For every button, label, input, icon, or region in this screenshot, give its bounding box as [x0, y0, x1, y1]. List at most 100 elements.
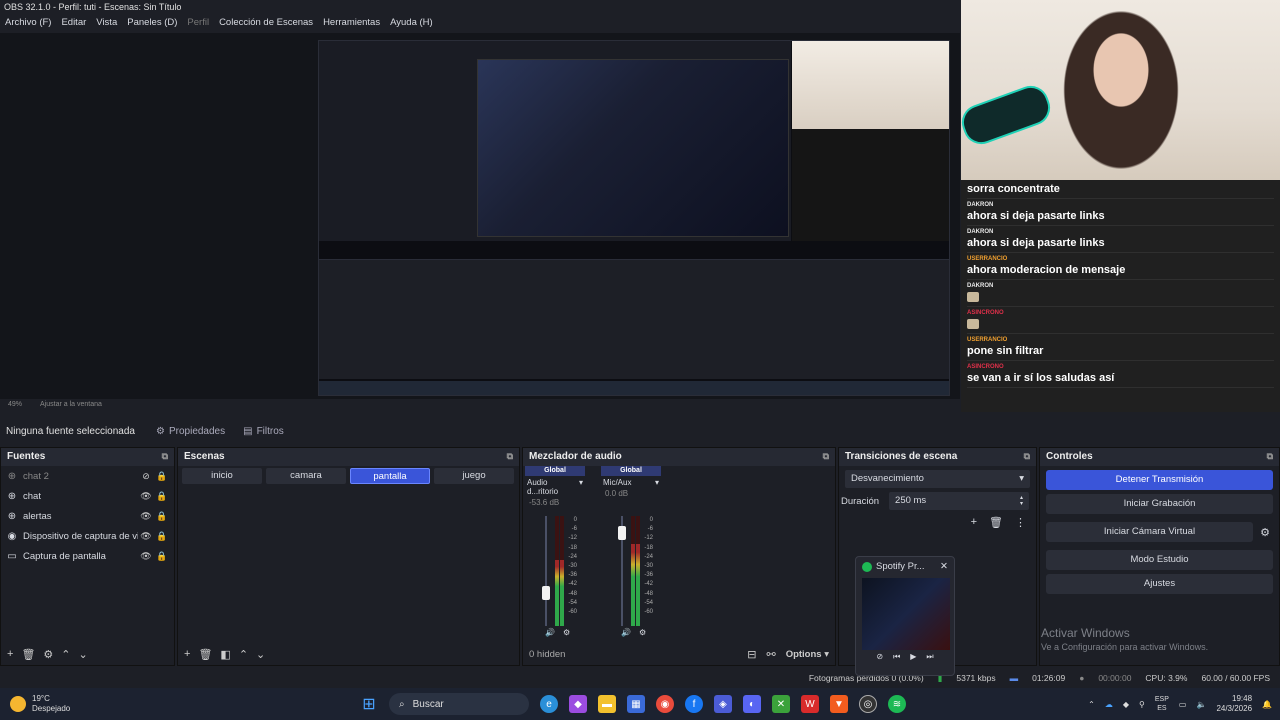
duration-input[interactable]: 250 ms ▴ ▾	[889, 492, 1030, 510]
scene-filter-button[interactable]: ◧	[220, 648, 230, 661]
zoom-level[interactable]: 49%	[8, 401, 22, 411]
volume-fader[interactable]	[542, 586, 550, 600]
play-icon[interactable]: ▶	[910, 652, 916, 662]
remove-transition-button[interactable]: 🗑	[989, 516, 1003, 529]
move-down-button[interactable]: ⌄	[256, 648, 265, 661]
lock-icon[interactable]: 🔒	[154, 511, 170, 522]
scene-inicio[interactable]: inicio	[182, 468, 262, 484]
notification-icon[interactable]: 🔔	[1262, 700, 1272, 709]
move-up-button[interactable]: ⌃	[239, 648, 248, 661]
menu-profile[interactable]: Perfil	[187, 17, 209, 31]
menu-view[interactable]: Vista	[96, 17, 117, 31]
start-virtual-cam-button[interactable]: Iniciar Cámara Virtual	[1046, 522, 1253, 542]
scene-pantalla[interactable]: pantalla	[350, 468, 430, 484]
brave-icon[interactable]: ▼	[830, 695, 848, 713]
source-item[interactable]: ⊕ chat 👁 🔒	[1, 486, 174, 506]
move-down-button[interactable]: ⌄	[79, 648, 88, 661]
preview-area[interactable]	[0, 33, 960, 399]
weather-widget[interactable]: 19°C Despejado	[0, 694, 360, 714]
undock-icon[interactable]: ⧉	[1024, 451, 1030, 463]
undock-icon[interactable]: ⧉	[823, 451, 829, 463]
chevron-up-icon[interactable]: ⌃	[1088, 700, 1095, 709]
add-scene-button[interactable]: +	[184, 648, 190, 660]
lock-icon[interactable]: 🔒	[154, 491, 170, 502]
store-icon[interactable]: ▦	[627, 695, 645, 713]
settings-icon[interactable]: ⚙	[563, 628, 570, 637]
menu-edit[interactable]: Editar	[61, 17, 86, 31]
menu-file[interactable]: Archivo (F)	[5, 17, 51, 31]
settings-icon[interactable]: ⚙	[639, 628, 646, 637]
studio-mode-button[interactable]: Modo Estudio	[1046, 550, 1273, 570]
remove-source-button[interactable]: 🗑	[21, 648, 35, 661]
channel-name-row[interactable]: Mic/Aux ▾	[601, 476, 661, 489]
volume-fader[interactable]	[618, 525, 626, 540]
more-icon[interactable]: ⋮	[1015, 516, 1026, 529]
taskbar-search[interactable]: ⌕ Buscar	[389, 693, 529, 715]
add-transition-button[interactable]: +	[971, 516, 977, 529]
virtual-cam-settings-icon[interactable]: ⚙	[1255, 526, 1275, 539]
previous-icon[interactable]: ⏮	[893, 652, 900, 662]
eye-icon[interactable]: 👁	[138, 491, 154, 502]
properties-button[interactable]: ⚙ Propiedades	[152, 424, 229, 439]
language-indicator[interactable]: ESP ES	[1155, 695, 1169, 713]
mixer-link-icon[interactable]: ⚯	[766, 648, 775, 661]
xbox-icon[interactable]: ✕	[772, 695, 790, 713]
start-recording-button[interactable]: Iniciar Grabación	[1046, 494, 1273, 514]
usb-icon[interactable]: ⚲	[1139, 700, 1145, 709]
menu-scene-collection[interactable]: Colección de Escenas	[219, 17, 313, 31]
close-icon[interactable]: ✕	[940, 561, 948, 572]
mixer-options-button[interactable]: Options ▾	[786, 649, 829, 660]
source-item[interactable]: ⊕ chat 2 ⊘ 🔒	[1, 466, 174, 486]
volume-slider-track[interactable]	[545, 516, 547, 626]
speaker-icon[interactable]: 🔊	[545, 628, 555, 637]
stop-stream-button[interactable]: Detener Transmisión	[1046, 470, 1273, 490]
onedrive-icon[interactable]: ☁	[1105, 700, 1113, 709]
spotify-taskbar-icon[interactable]: ≋	[888, 695, 906, 713]
eye-icon[interactable]: 👁	[138, 551, 154, 562]
menu-help[interactable]: Ayuda (H)	[390, 17, 433, 31]
tray-app-icon[interactable]: ◆	[1123, 700, 1129, 709]
scene-camara[interactable]: camara	[266, 468, 346, 484]
layout-icon[interactable]: ⊟	[747, 648, 756, 661]
scene-juego[interactable]: juego	[434, 468, 514, 484]
lock-icon[interactable]: 🔒	[154, 551, 170, 562]
undock-icon[interactable]: ⧉	[507, 451, 513, 463]
remove-scene-button[interactable]: 🗑	[198, 648, 212, 661]
spotify-thumbnail-popup[interactable]: Spotify Pr... ✕ ⊘ ⏮ ▶ ⏭	[855, 556, 955, 676]
obs-icon[interactable]: ◎	[859, 695, 877, 713]
winrar-icon[interactable]: W	[801, 695, 819, 713]
folder-icon[interactable]: ▬	[598, 695, 616, 713]
eye-icon[interactable]: 👁	[138, 531, 154, 542]
eye-icon[interactable]: 👁	[138, 511, 154, 522]
windows-start-icon[interactable]: ⊞	[360, 695, 378, 713]
menu-tools[interactable]: Herramientas	[323, 17, 380, 31]
lock-icon[interactable]: 🔒	[154, 471, 170, 482]
channel-name-row[interactable]: Audio d...ritorio ▾	[525, 476, 585, 498]
menu-docks[interactable]: Paneles (D)	[127, 17, 177, 31]
edge-icon[interactable]: e	[540, 695, 558, 713]
chrome-icon[interactable]: ◉	[656, 695, 674, 713]
network-icon[interactable]: ▭	[1179, 700, 1187, 709]
facebook-icon[interactable]: f	[685, 695, 703, 713]
speaker-icon[interactable]: 🔊	[621, 628, 631, 637]
eye-hidden-icon[interactable]: ⊘	[138, 471, 154, 482]
source-settings-button[interactable]: ⚙	[43, 648, 53, 661]
source-item[interactable]: ⊕ alertas 👁 🔒	[1, 506, 174, 526]
discord-icon[interactable]: ◐	[743, 695, 761, 713]
volume-icon[interactable]: 🔈	[1196, 700, 1206, 709]
filters-button[interactable]: ▤ Filtros	[239, 424, 288, 439]
copilot-icon[interactable]: ◆	[569, 695, 587, 713]
transition-select[interactable]: Desvanecimiento ▾	[845, 470, 1030, 488]
undock-icon[interactable]: ⧉	[1267, 451, 1273, 463]
settings-button[interactable]: Ajustes	[1046, 574, 1273, 594]
move-up-button[interactable]: ⌃	[61, 648, 70, 661]
clock[interactable]: 19:48 24/3/2026	[1216, 694, 1252, 714]
source-item[interactable]: ◉ Dispositivo de captura de video👁🔒	[1, 526, 174, 546]
zoom-fit[interactable]: Ajustar a la ventana	[40, 401, 102, 411]
like-icon[interactable]: ⊘	[876, 652, 883, 662]
undock-icon[interactable]: ⧉	[162, 451, 168, 463]
source-item[interactable]: ▭ Captura de pantalla 👁 🔒	[1, 546, 174, 566]
next-icon[interactable]: ⏭	[926, 652, 933, 662]
app-icon[interactable]: ◈	[714, 695, 732, 713]
add-source-button[interactable]: +	[7, 648, 13, 660]
